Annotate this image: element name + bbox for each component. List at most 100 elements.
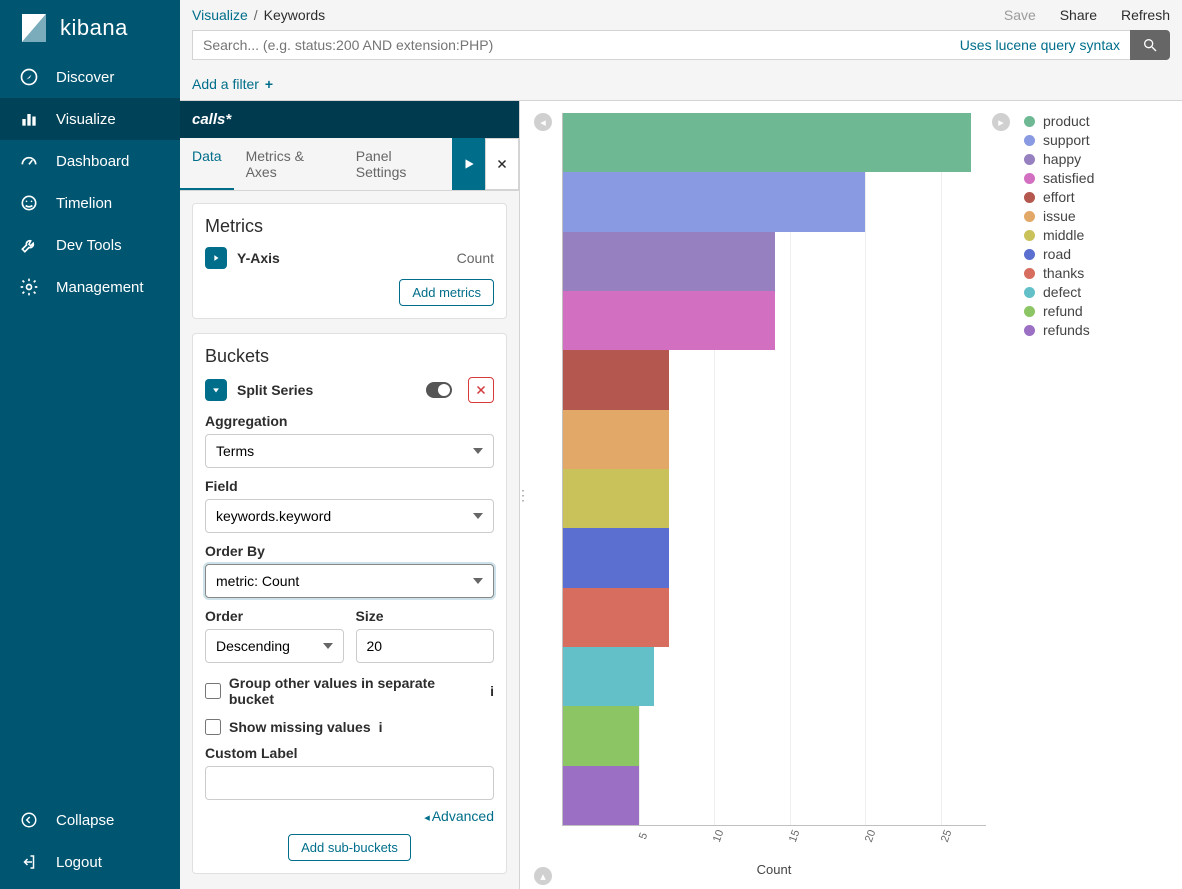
compass-icon: [18, 66, 40, 88]
advanced-toggle[interactable]: Advanced: [205, 808, 494, 824]
breadcrumb: Visualize / Keywords Save Share Refresh: [180, 0, 1182, 30]
show-missing-checkbox[interactable]: [205, 719, 221, 735]
search-icon: [1142, 37, 1158, 53]
legend-item[interactable]: road: [1024, 246, 1164, 262]
gauge-icon: [18, 150, 40, 172]
chart-bar[interactable]: [563, 766, 986, 825]
metric-yaxis-value: Count: [457, 250, 494, 266]
legend-item[interactable]: defect: [1024, 284, 1164, 300]
chart-legend: product support happy satisfied effort issue m…: [1014, 109, 1174, 881]
field-label: Field: [205, 478, 494, 494]
chart-bar[interactable]: [563, 291, 986, 350]
chart-bar[interactable]: [563, 350, 986, 409]
legend-item[interactable]: thanks: [1024, 265, 1164, 281]
aggregation-select[interactable]: Terms: [205, 434, 494, 468]
legend-label: product: [1043, 113, 1090, 129]
legend-item[interactable]: issue: [1024, 208, 1164, 224]
tab-panel-settings[interactable]: Panel Settings: [344, 138, 452, 190]
sidebar-item-visualize[interactable]: Visualize: [0, 98, 180, 140]
legend-item[interactable]: happy: [1024, 151, 1164, 167]
play-icon: [462, 157, 476, 171]
search-button[interactable]: [1130, 30, 1170, 60]
bucket-toggle[interactable]: [205, 379, 227, 401]
sidebar-item-timelion[interactable]: Timelion: [0, 182, 180, 224]
collapse-icon: [18, 809, 40, 831]
legend-label: refunds: [1043, 322, 1090, 338]
sidebar-item-management[interactable]: Management: [0, 266, 180, 308]
order-by-select[interactable]: metric: Count: [205, 564, 494, 598]
discard-changes-button[interactable]: [485, 138, 519, 190]
breadcrumb-root[interactable]: Visualize: [192, 7, 248, 23]
order-label: Order: [205, 608, 344, 624]
sidebar-collapse[interactable]: Collapse: [0, 799, 180, 841]
sidebar-item-label: Management: [56, 279, 144, 296]
sidebar-item-dashboard[interactable]: Dashboard: [0, 140, 180, 182]
sidebar-item-discover[interactable]: Discover: [0, 56, 180, 98]
legend-item[interactable]: product: [1024, 113, 1164, 129]
field-select[interactable]: keywords.keyword: [205, 499, 494, 533]
add-filter-link[interactable]: Add a filter +: [192, 76, 273, 92]
sidebar-item-devtools[interactable]: Dev Tools: [0, 224, 180, 266]
chart-bar[interactable]: [563, 410, 986, 469]
group-other-label: Group other values in separate bucket: [229, 675, 482, 707]
info-icon[interactable]: i: [490, 683, 494, 699]
wrench-icon: [18, 234, 40, 256]
chart-nav-left[interactable]: ◂: [534, 113, 552, 131]
add-sub-buckets-button[interactable]: Add sub-buckets: [288, 834, 411, 861]
chart-nav-right[interactable]: ▸: [992, 113, 1010, 131]
chart-bar[interactable]: [563, 232, 986, 291]
buckets-card: Buckets Split Series Ag: [192, 333, 507, 874]
timelion-icon: [18, 192, 40, 214]
order-select[interactable]: Descending: [205, 629, 344, 663]
legend-label: satisfied: [1043, 170, 1094, 186]
legend-item[interactable]: middle: [1024, 227, 1164, 243]
refresh-button[interactable]: Refresh: [1121, 7, 1170, 23]
chart-bar[interactable]: [563, 528, 986, 587]
chart-bar[interactable]: [563, 647, 986, 706]
breadcrumb-current: Keywords: [264, 7, 325, 23]
legend-label: middle: [1043, 227, 1084, 243]
legend-dot-icon: [1024, 287, 1035, 298]
legend-item[interactable]: effort: [1024, 189, 1164, 205]
x-tick: 15: [787, 828, 802, 844]
chart-bar[interactable]: [563, 172, 986, 231]
metric-toggle[interactable]: [205, 247, 227, 269]
chart-bar[interactable]: [563, 113, 986, 172]
chart-area: ◂ 510152025 Count ▸ productsupporthappys…: [526, 101, 1182, 889]
tab-metrics-axes[interactable]: Metrics & Axes: [234, 138, 344, 190]
chart-nav-up[interactable]: ▴: [534, 867, 552, 885]
logout-icon: [18, 851, 40, 873]
search-input[interactable]: [192, 30, 1130, 60]
legend-item[interactable]: support: [1024, 132, 1164, 148]
legend-item[interactable]: refunds: [1024, 322, 1164, 338]
share-button[interactable]: Share: [1060, 7, 1097, 23]
legend-item[interactable]: satisfied: [1024, 170, 1164, 186]
legend-dot-icon: [1024, 268, 1035, 279]
group-other-checkbox[interactable]: [205, 683, 221, 699]
legend-dot-icon: [1024, 249, 1035, 260]
x-tick: 5: [637, 831, 650, 841]
metric-yaxis-label: Y-Axis: [237, 250, 280, 266]
add-metrics-button[interactable]: Add metrics: [399, 279, 494, 306]
chart-bar[interactable]: [563, 588, 986, 647]
info-icon[interactable]: i: [379, 719, 383, 735]
tab-data[interactable]: Data: [180, 138, 234, 190]
plus-icon: +: [261, 76, 273, 92]
apply-changes-button[interactable]: [452, 138, 486, 190]
bucket-remove-button[interactable]: [468, 377, 494, 403]
bucket-enable-toggle[interactable]: [426, 382, 452, 398]
sidebar-item-label: Dashboard: [56, 153, 129, 170]
legend-item[interactable]: refund: [1024, 303, 1164, 319]
buckets-title: Buckets: [205, 346, 494, 367]
chart-bar[interactable]: [563, 706, 986, 765]
legend-label: road: [1043, 246, 1071, 262]
close-icon: [475, 384, 487, 396]
metrics-title: Metrics: [205, 216, 494, 237]
save-button[interactable]: Save: [1004, 7, 1036, 23]
size-input[interactable]: [356, 629, 495, 663]
chart-bar[interactable]: [563, 469, 986, 528]
breadcrumb-separator: /: [254, 7, 258, 23]
sidebar-logout[interactable]: Logout: [0, 841, 180, 883]
legend-label: happy: [1043, 151, 1081, 167]
custom-label-input[interactable]: [205, 766, 494, 800]
